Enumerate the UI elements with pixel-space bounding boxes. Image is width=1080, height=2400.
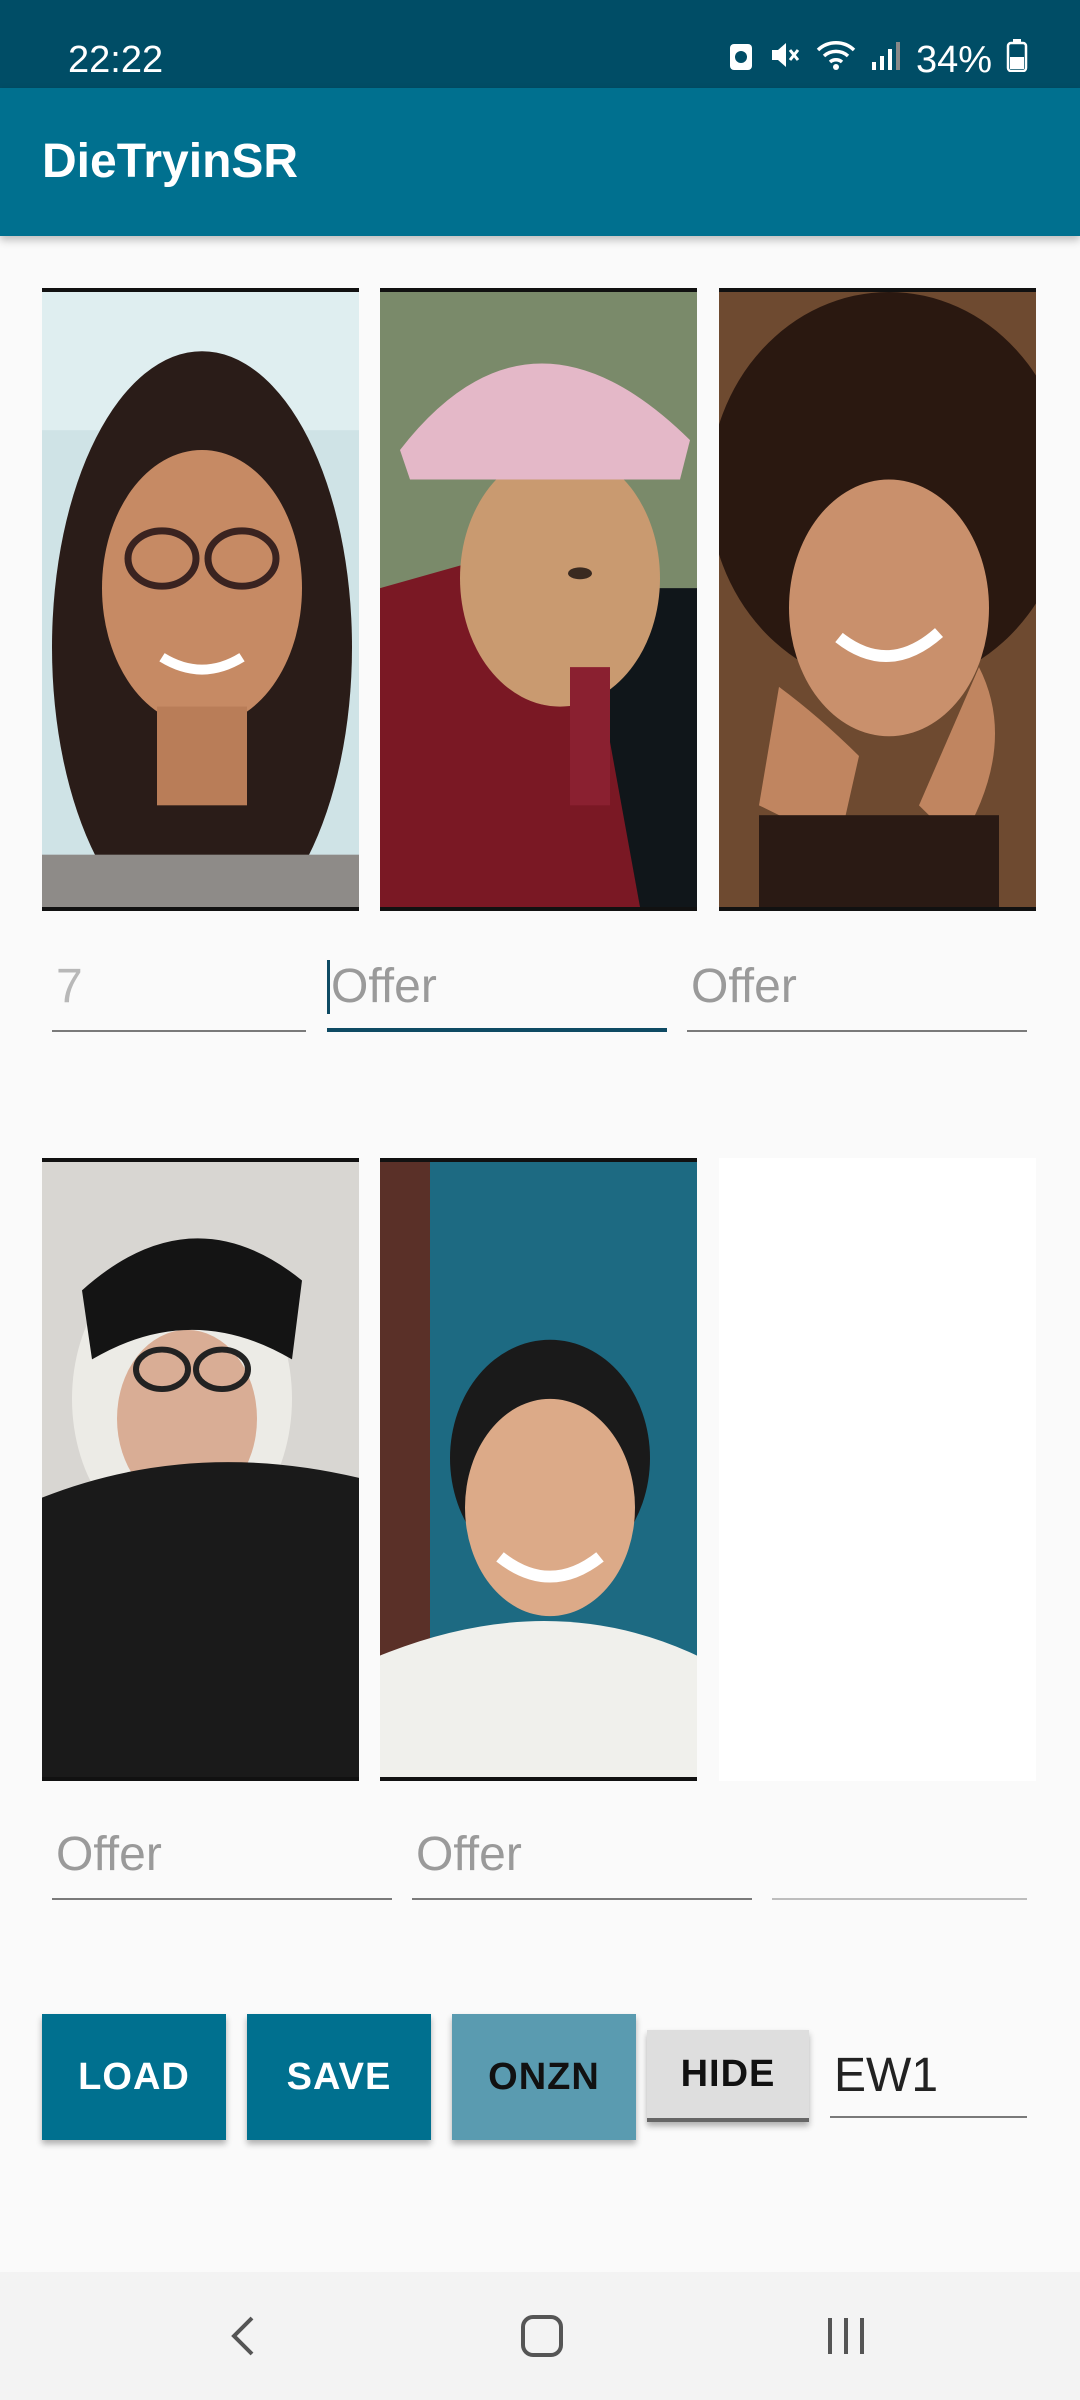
offer-field-3[interactable]: Offer [687, 942, 1027, 1032]
status-time: 22:22 [68, 39, 164, 81]
offer-field-2[interactable]: Offer [327, 942, 667, 1032]
portrait-image [42, 1162, 359, 1777]
code-field[interactable]: EW1 [830, 2034, 1027, 2118]
recents-icon[interactable] [824, 2314, 868, 2363]
portrait-image [42, 292, 359, 907]
offer-field-4[interactable]: Offer [52, 1810, 392, 1900]
photo-slot-2[interactable] [380, 288, 697, 911]
battery-percent: 34% [915, 38, 992, 81]
battery-icon [1006, 38, 1028, 82]
navigation-bar [0, 2272, 1080, 2400]
offer-field-1[interactable]: 7 [52, 942, 306, 1032]
photo-slot-6[interactable] [719, 1158, 1036, 1781]
photo-slot-4[interactable] [42, 1158, 359, 1781]
offer-field-6[interactable] [772, 1810, 1027, 1900]
portrait-image [380, 1162, 697, 1777]
save-button[interactable]: SAVE [247, 2014, 431, 2140]
photo-slot-5[interactable] [380, 1158, 697, 1781]
app-title: DieTryinSR [42, 135, 299, 188]
notification-badge-icon [728, 39, 754, 82]
signal-icon [870, 39, 902, 82]
onzn-button[interactable]: ONZN [452, 2014, 636, 2140]
wifi-icon [816, 38, 856, 82]
back-icon[interactable] [226, 2314, 260, 2363]
portrait-image [380, 292, 697, 907]
mute-icon [768, 38, 802, 82]
portrait-image [719, 292, 1036, 907]
photo-slot-3[interactable] [719, 288, 1036, 911]
photo-slot-1[interactable] [42, 288, 359, 911]
offer-field-5[interactable]: Offer [412, 1810, 752, 1900]
app-bar: DieTryinSR [0, 88, 1080, 236]
hide-button[interactable]: HIDE [647, 2030, 809, 2122]
home-icon[interactable] [520, 2314, 564, 2363]
load-button[interactable]: LOAD [42, 2014, 226, 2140]
status-icons: 34% [728, 36, 1028, 84]
status-bar: 22:22 34% [0, 0, 1080, 88]
